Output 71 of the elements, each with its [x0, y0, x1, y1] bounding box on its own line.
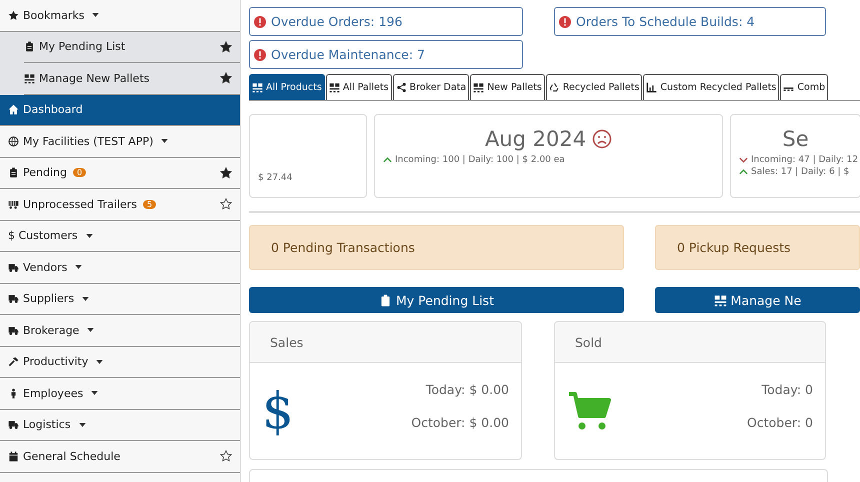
alert-link[interactable]: Overdue Orders: 196	[249, 7, 523, 36]
panel-value: October: $ 0.00	[411, 415, 509, 430]
panel-value: October: 0	[747, 415, 813, 430]
star-icon	[8, 10, 19, 21]
globe-icon	[8, 136, 19, 147]
panel-title: Sold	[575, 334, 602, 350]
stat-line: $ 27.44	[258, 173, 292, 183]
tab[interactable]: All Pallets	[326, 74, 392, 100]
trailer-icon	[8, 198, 19, 210]
count-badge: 5	[143, 200, 156, 209]
tab[interactable]: Recycled Pallets	[546, 74, 642, 100]
recycle-icon	[548, 82, 560, 93]
notice-banner[interactable]: 0 Pickup Requests	[655, 225, 860, 270]
exclamation-icon	[254, 48, 266, 60]
truck-icon	[8, 419, 19, 430]
panel-value: Today: 0	[762, 382, 813, 397]
tab[interactable]: All Products	[249, 74, 325, 100]
sidebar-item[interactable]: Productivity	[0, 346, 240, 378]
sidebar-item[interactable]: Dashboard	[0, 94, 240, 126]
pallet-icon	[473, 82, 484, 93]
stat-line: Incoming: 47 | Daily: 12	[751, 155, 858, 165]
tab[interactable]: New Pallets	[470, 74, 545, 100]
nav-button[interactable]: Manage Ne	[655, 287, 860, 313]
bar-chart-icon	[646, 82, 658, 93]
sidebar-item[interactable]: My Facilities (TEST APP)	[0, 126, 240, 158]
share-icon	[396, 82, 407, 93]
stat-line: Incoming: 100 | Daily: 100 | $ 2.00 ea	[395, 155, 565, 165]
stat-title: Se	[782, 127, 809, 151]
notice-banner[interactable]: 0 Pending Transactions	[249, 225, 624, 270]
hammer-icon	[8, 356, 19, 368]
pallet-icon	[252, 82, 263, 93]
pallet-icon	[24, 72, 35, 84]
tab[interactable]: Broker Data	[392, 74, 470, 100]
clipboard-icon	[379, 294, 392, 306]
sidebar-item[interactable]: Suppliers	[0, 284, 240, 315]
star-outline-icon[interactable]	[220, 450, 232, 462]
sidebar-item[interactable]: General Schedule	[0, 441, 240, 472]
sidebar-item[interactable]: Employees	[0, 378, 240, 410]
pallet-icon	[328, 82, 340, 93]
sidebar-item[interactable]: Brokerage	[0, 315, 240, 346]
pallet-icon	[714, 294, 727, 306]
stat-title: Aug 2024	[484, 127, 586, 151]
dollar-symbol: $	[262, 382, 294, 440]
sidebar-item[interactable]: Logistics	[0, 410, 240, 441]
truck-icon	[8, 293, 19, 304]
nav-button[interactable]: My Pending List	[249, 287, 624, 313]
sidebar-item[interactable]: Pending 0	[0, 158, 240, 189]
tab[interactable]: Custom Recycled Pallets	[643, 74, 780, 100]
star-icon[interactable]	[220, 166, 232, 179]
clipboard-icon	[24, 41, 35, 52]
panel-value: Today: $ 0.00	[426, 382, 509, 397]
count-badge: 0	[72, 168, 86, 178]
star-icon[interactable]	[220, 72, 232, 84]
sidebar-item[interactable]: Vendors	[0, 252, 240, 284]
cart-icon	[567, 391, 611, 431]
star-icon[interactable]	[220, 40, 232, 53]
truck-icon	[8, 262, 19, 273]
clipboard-icon	[8, 167, 19, 178]
alert-link[interactable]: Overdue Maintenance: 7	[249, 40, 523, 69]
sidebar-item[interactable]: Unprocessed Trailers 5	[0, 189, 240, 220]
exclamation-icon	[559, 16, 571, 28]
exclamation-icon	[254, 16, 266, 28]
stat-line: Sales: 17 | Daily: 6 | $	[751, 167, 850, 177]
panel-title: Sales	[270, 334, 304, 350]
sidebar-item[interactable]: $ Customers	[0, 220, 240, 252]
truck-icon	[8, 324, 19, 336]
calendar-icon	[8, 450, 19, 462]
star-outline-icon[interactable]	[220, 198, 232, 210]
tab[interactable]: Comb	[780, 74, 828, 100]
home-icon	[8, 104, 19, 116]
alert-link[interactable]: Orders To Schedule Builds: 4	[554, 7, 826, 36]
